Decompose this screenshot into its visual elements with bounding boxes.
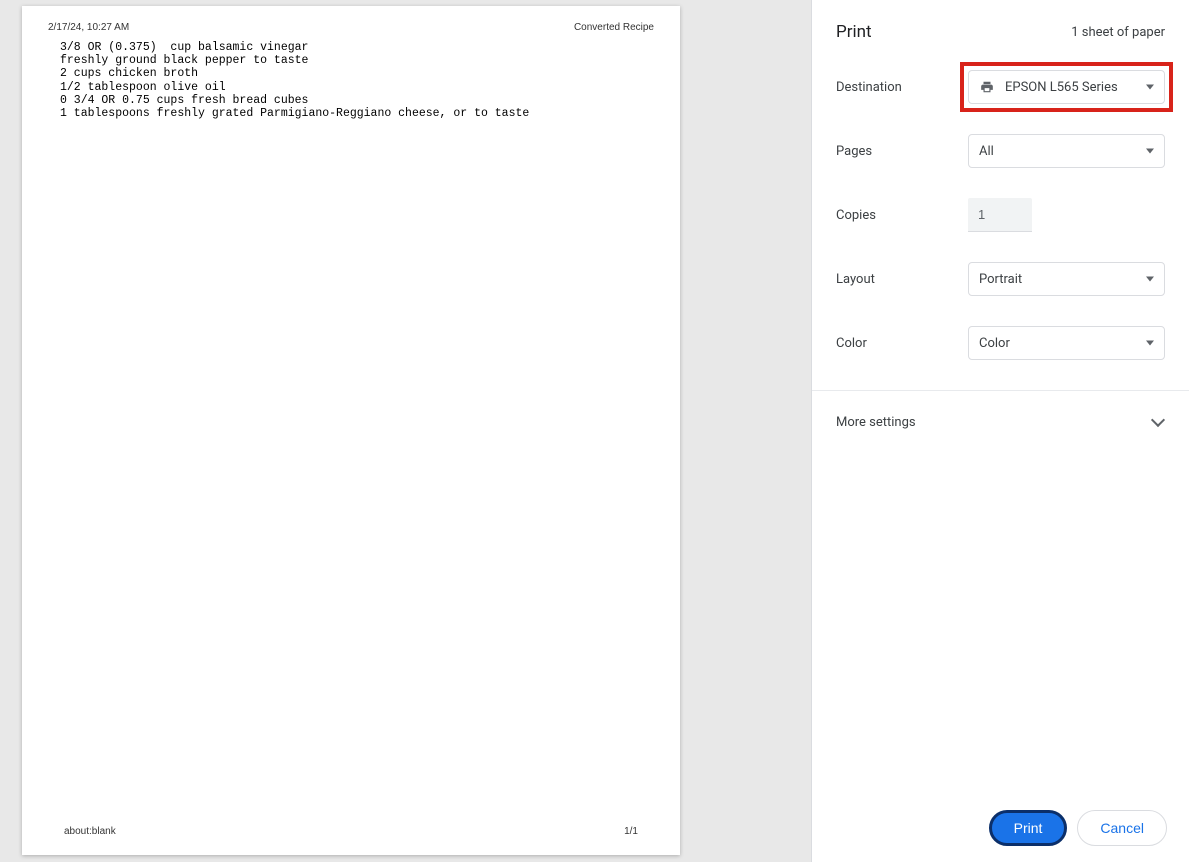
page-header: 2/17/24, 10:27 AM Converted Recipe xyxy=(48,22,654,33)
pages-label: Pages xyxy=(836,144,968,159)
page-footer: about:blank 1/1 xyxy=(64,826,638,837)
page-title: Converted Recipe xyxy=(574,22,654,33)
layout-value: Portrait xyxy=(979,272,1022,287)
destination-value: EPSON L565 Series xyxy=(1005,80,1118,95)
destination-label: Destination xyxy=(836,80,968,95)
chevron-down-icon xyxy=(1153,417,1165,429)
print-sidebar: Print 1 sheet of paper Destination EPSON… xyxy=(811,0,1189,862)
more-settings-toggle[interactable]: More settings xyxy=(836,409,1165,436)
cancel-button[interactable]: Cancel xyxy=(1077,810,1167,846)
destination-highlight: EPSON L565 Series xyxy=(960,62,1173,112)
color-select[interactable]: Color xyxy=(968,326,1165,360)
chevron-down-icon xyxy=(1146,149,1154,154)
chevron-down-icon xyxy=(1146,341,1154,346)
pages-select[interactable]: All xyxy=(968,134,1165,168)
page-timestamp: 2/17/24, 10:27 AM xyxy=(48,22,129,33)
print-dialog-title: Print xyxy=(836,22,872,42)
color-label: Color xyxy=(836,336,968,351)
page-footer-url: about:blank xyxy=(64,826,116,837)
color-value: Color xyxy=(979,336,1010,351)
copies-label: Copies xyxy=(836,208,968,223)
pages-value: All xyxy=(979,144,994,159)
layout-label: Layout xyxy=(836,272,968,287)
destination-select[interactable]: EPSON L565 Series xyxy=(968,70,1165,104)
layout-select[interactable]: Portrait xyxy=(968,262,1165,296)
page-content: 3/8 OR (0.375) cup balsamic vinegar fres… xyxy=(60,41,654,120)
settings-divider xyxy=(812,390,1189,391)
page-preview: 2/17/24, 10:27 AM Converted Recipe 3/8 O… xyxy=(22,6,680,855)
page-footer-page: 1/1 xyxy=(624,826,638,837)
dialog-footer: Print Cancel xyxy=(812,794,1189,862)
print-button[interactable]: Print xyxy=(989,810,1068,846)
more-settings-label: More settings xyxy=(836,415,916,430)
print-preview-area: 2/17/24, 10:27 AM Converted Recipe 3/8 O… xyxy=(0,0,811,862)
chevron-down-icon xyxy=(1146,277,1154,282)
copies-input[interactable] xyxy=(968,198,1032,232)
printer-icon xyxy=(979,80,995,94)
chevron-down-icon xyxy=(1146,85,1154,90)
sheet-count: 1 sheet of paper xyxy=(1071,25,1165,40)
